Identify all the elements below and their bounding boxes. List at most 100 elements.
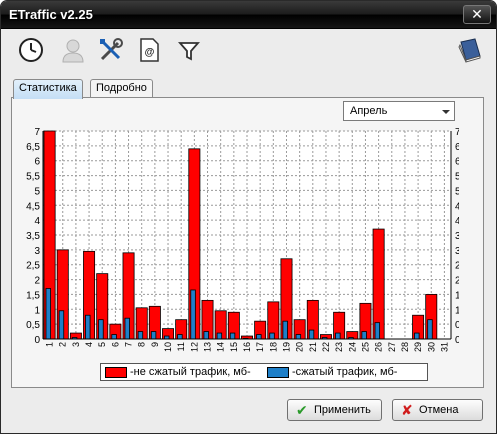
cancel-button[interactable]: ✘ Отмена [392,399,483,421]
filter-icon[interactable] [175,36,203,64]
title-bar[interactable]: ETraffic v2.25 ✕ [1,1,496,29]
legend-label-uncompressed: -не сжатый трафик, мб- [130,366,251,378]
legend-label-compressed: -сжатый трафик, мб- [292,366,398,378]
x-tick-label: 13 [203,342,213,352]
y-tick-label-right: 1 [455,305,459,316]
y-tick-label-right: 0 [455,335,459,346]
bar-compressed [308,329,315,340]
month-select[interactable]: Апрель [343,101,455,121]
svg-text:@: @ [145,47,155,58]
user-icon[interactable] [59,36,87,64]
x-tick-label: 8 [137,342,147,347]
book-icon[interactable] [455,36,483,64]
close-button[interactable]: ✕ [463,5,491,24]
chevron-down-icon [442,110,450,114]
y-tick-label-right: 2,5 [455,261,459,272]
y-tick-label-left: 6 [34,157,40,168]
tab-details[interactable]: Подробно [90,79,153,98]
x-tick-label: 24 [347,342,357,352]
x-tick-label: 4 [84,342,94,347]
y-tick-label-left: 6,5 [26,142,40,153]
y-tick-label-left: 5,5 [26,172,40,183]
y-tick-label-left: 0,5 [26,320,40,331]
x-tick-label: 9 [150,342,160,347]
y-tick-label-left: 3,5 [26,231,40,242]
x-tick-label: 11 [176,342,186,351]
y-tick-label-right: 3,5 [455,231,459,242]
bar-compressed [427,319,433,340]
bar-compressed [256,334,262,340]
bar-compressed [282,320,288,340]
y-tick-label-left: 4,5 [26,201,40,212]
bar-compressed [335,332,341,340]
y-tick-label-right: 2 [455,276,459,287]
x-tick-label: 15 [229,342,239,352]
legend-swatch-uncompressed [105,367,127,378]
y-tick-label-right: 4,5 [455,201,459,212]
x-tick-label: 20 [295,342,305,352]
y-tick-label-left: 2 [34,276,40,287]
email-icon[interactable]: @ [135,36,163,64]
bar-compressed [295,334,302,340]
bar-compressed [45,288,51,340]
legend-swatch-compressed [267,367,289,378]
x-tick-label: 12 [189,342,199,352]
tab-statistics[interactable]: Статистика [13,79,83,99]
x-tick-label: 27 [387,342,397,352]
cross-icon: ✘ [401,402,413,418]
y-tick-label-right: 0,5 [455,320,459,331]
x-tick-label: 31 [439,342,449,352]
y-tick-label-left: 4 [34,216,40,227]
x-tick-label: 3 [71,342,81,347]
bar-compressed [124,317,130,340]
bar-compressed [414,332,420,340]
y-tick-label-right: 5 [455,186,459,197]
y-tick-label-left: 3 [34,246,40,257]
settings-tools-icon[interactable] [97,36,125,64]
checkmark-icon: ✔ [296,402,308,418]
x-tick-label: 19 [281,342,291,352]
x-tick-label: 14 [216,342,226,352]
bar-compressed [98,319,104,340]
bar-compressed [111,334,117,340]
y-tick-label-left: 1,5 [26,290,40,301]
y-tick-label-right: 5,5 [455,172,459,183]
x-tick-label: 1 [45,342,55,347]
y-tick-label-left: 1 [34,305,40,316]
chart-legend: -не сжатый трафик, мб- -сжатый трафик, м… [100,363,428,381]
y-tick-label-left: 0 [34,335,40,346]
x-tick-label: 22 [321,342,331,352]
clock-icon[interactable] [17,36,45,64]
bar-compressed [361,331,367,340]
x-tick-label: 25 [360,342,370,352]
x-tick-label: 17 [255,342,265,352]
x-tick-label: 6 [110,342,120,347]
x-tick-label: 10 [163,342,173,352]
main-window: ETraffic v2.25 ✕ @ Статистика Подробно А… [0,0,497,434]
x-tick-label: 29 [413,342,423,352]
apply-button[interactable]: ✔ Применить [287,399,382,421]
bar-compressed [374,322,381,340]
bar-compressed [150,331,157,340]
bar-compressed [203,331,209,340]
bar-compressed [190,289,196,340]
x-tick-label: 28 [400,342,410,352]
x-tick-label: 5 [97,342,107,347]
window-title: ETraffic v2.25 [9,7,93,22]
x-tick-label: 16 [242,342,252,352]
toolbar: @ [1,30,496,70]
bar-compressed [216,332,223,340]
y-tick-label-right: 3 [455,246,459,257]
bar-compressed [58,310,65,340]
x-tick-label: 2 [58,342,68,347]
bar-compressed [229,332,236,340]
y-tick-label-left: 5 [34,186,40,197]
bar-compressed [85,314,91,340]
bar-compressed [269,332,275,340]
apply-button-label: Применить [314,404,371,416]
y-tick-label-right: 4 [455,216,459,227]
y-tick-label-left: 2,5 [26,261,40,272]
traffic-chart: 000,50,5111,51,5222,52,5333,53,5444,54,5… [26,127,459,352]
x-tick-label: 18 [268,342,278,352]
bar-compressed [177,334,183,340]
